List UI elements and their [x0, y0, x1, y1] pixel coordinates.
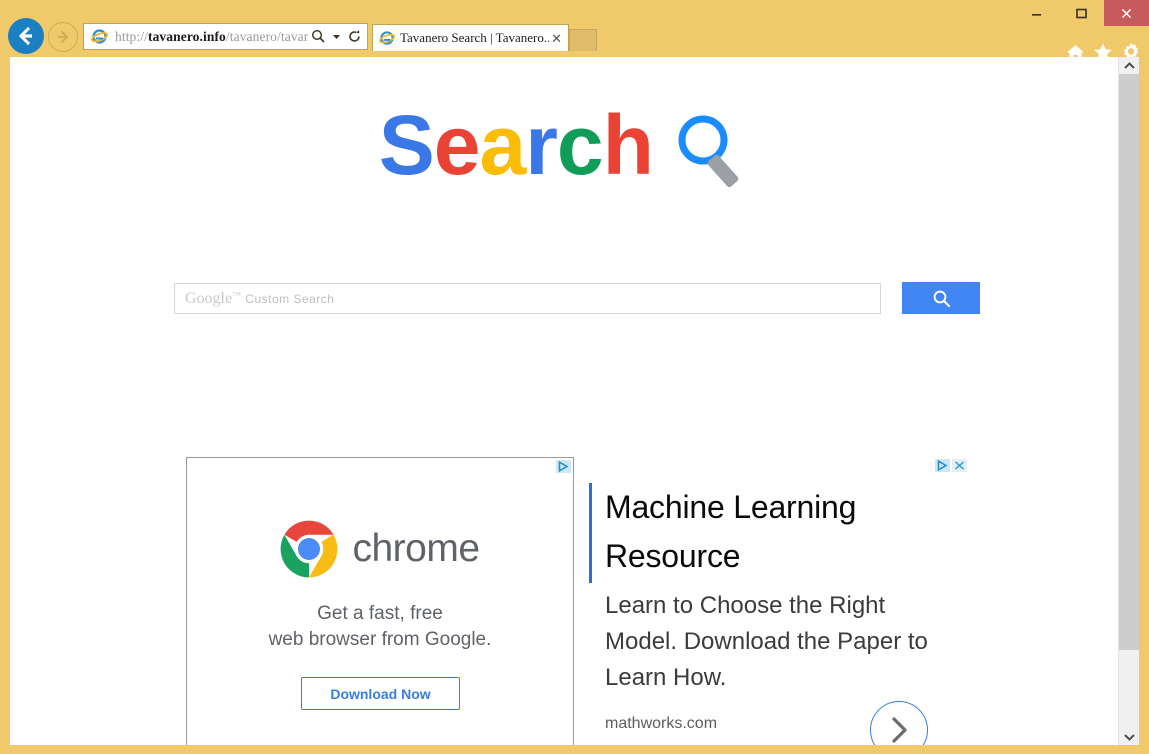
- chevron-right-icon: [886, 715, 912, 745]
- back-arrow-icon: [18, 26, 32, 46]
- chrome-tagline-line1: Get a fast, free: [317, 603, 443, 624]
- magnifying-glass-icon: [649, 112, 749, 206]
- forward-button[interactable]: [48, 22, 78, 52]
- scrollbar-thumb[interactable]: [1119, 74, 1139, 650]
- tab-tavanero-search[interactable]: Tavanero Search | Tavanero... ✕: [372, 24, 569, 51]
- chrome-download-now-button[interactable]: Download Now: [301, 677, 460, 710]
- chrome-brand-row: chrome: [187, 520, 573, 578]
- new-tab-button[interactable]: [569, 29, 597, 51]
- adchoices-icon[interactable]: [935, 459, 950, 472]
- chrome-wordmark: chrome: [352, 527, 480, 570]
- placeholder-trademark: ™: [232, 289, 242, 300]
- chrome-tagline-line2: web browser from Google.: [268, 629, 492, 650]
- search-submit-button[interactable]: [902, 282, 980, 314]
- refresh-icon[interactable]: [344, 29, 365, 44]
- chevron-down-icon[interactable]: [329, 32, 344, 41]
- address-bar[interactable]: http://tavanero.info/tavanero/tavanero.: [83, 23, 368, 50]
- ad-mathworks[interactable]: Machine Learning Resource Learn to Choos…: [589, 457, 969, 745]
- page-content: Search Google™ Custom Search chrome Get …: [10, 57, 1118, 745]
- ad-chrome[interactable]: chrome Get a fast, free web browser from…: [186, 457, 574, 745]
- logo-letter-s: S: [378, 98, 435, 192]
- close-icon[interactable]: [952, 459, 967, 472]
- logo-letter-h: h: [602, 98, 654, 192]
- site-logo: Search: [10, 103, 1118, 201]
- forward-arrow-icon: [58, 30, 69, 44]
- browser-window: http://tavanero.info/tavanero/tavanero.: [0, 0, 1149, 754]
- address-search-icon[interactable]: [308, 29, 329, 44]
- scroll-up-button[interactable]: [1119, 57, 1139, 74]
- logo-letter-r: r: [525, 98, 558, 192]
- mathworks-headline-wrap: Machine Learning Resource: [589, 483, 929, 583]
- chrome-tagline: Get a fast, free web browser from Google…: [187, 601, 573, 653]
- mathworks-body-text: Learn to Choose the Right Model. Downloa…: [605, 592, 928, 691]
- search-icon: [932, 289, 951, 308]
- tab-close-icon[interactable]: ✕: [549, 32, 564, 45]
- logo-letter-e: e: [433, 98, 481, 192]
- search-form: Google™ Custom Search: [174, 282, 980, 315]
- tab-title: Tavanero Search | Tavanero...: [400, 30, 550, 45]
- mathworks-headline: Machine Learning Resource: [605, 489, 857, 574]
- placeholder-rest: Custom Search: [245, 291, 335, 306]
- scroll-down-button[interactable]: [1119, 728, 1139, 745]
- page-viewport: Search Google™ Custom Search chrome Get …: [10, 57, 1139, 745]
- tab-favicon-internet-explorer-icon: [378, 30, 396, 46]
- mathworks-cta-button[interactable]: [870, 701, 928, 745]
- placeholder-google-word: Google: [185, 289, 233, 307]
- tab-strip: Tavanero Search | Tavanero... ✕: [372, 23, 597, 51]
- vertical-scrollbar[interactable]: [1118, 57, 1139, 745]
- search-input-placeholder: Google™ Custom Search: [185, 290, 334, 308]
- mathworks-display-url[interactable]: mathworks.com: [605, 715, 717, 733]
- adchoices-controls: [935, 459, 967, 472]
- logo-letter-a: a: [479, 98, 526, 192]
- navigation-row: http://tavanero.info/tavanero/tavanero.: [0, 18, 1149, 61]
- adchoices-icon[interactable]: [556, 460, 571, 473]
- search-input[interactable]: Google™ Custom Search: [174, 283, 881, 314]
- address-url-text: http://tavanero.info/tavanero/tavanero.: [115, 28, 308, 44]
- logo-letter-c: c: [556, 98, 604, 192]
- back-button[interactable]: [8, 18, 44, 54]
- chrome-logo-icon: [280, 520, 338, 578]
- internet-explorer-icon: [88, 28, 111, 45]
